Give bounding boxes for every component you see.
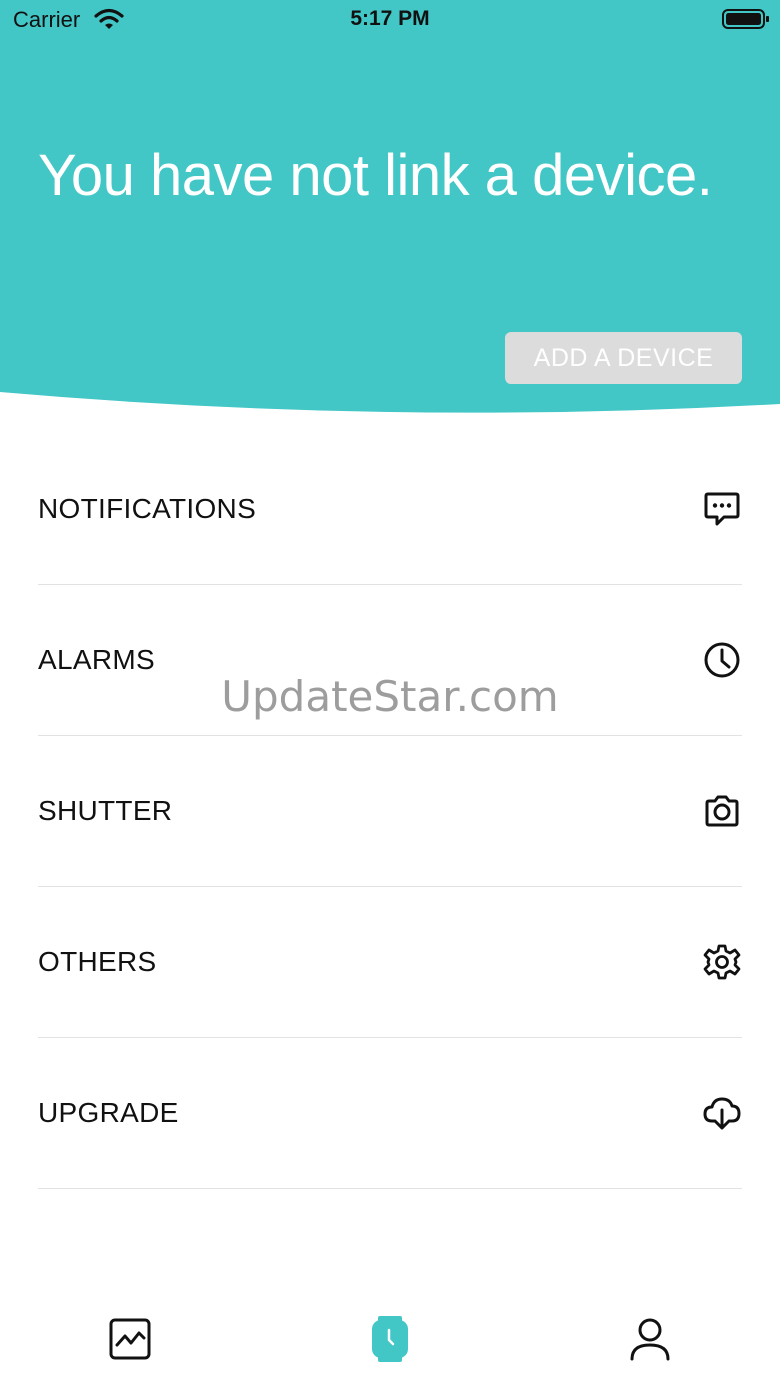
menu-item-label: ALARMS [38,644,155,675]
watch-icon[interactable] [365,1314,415,1364]
battery-icon [722,9,769,29]
menu-item-shutter[interactable]: SHUTTER [38,736,742,887]
person-icon[interactable] [625,1314,675,1364]
cloud-download-icon [703,1097,741,1130]
menu-item-alarms[interactable]: ALARMS [38,585,742,736]
activity-chart-icon[interactable] [105,1314,155,1364]
gear-icon [703,944,741,980]
menu-item-label: OTHERS [38,946,157,977]
menu-item-notifications[interactable]: NOTIFICATIONS [38,434,742,585]
camera-icon [705,795,739,827]
chat-bubble-icon [704,492,740,526]
settings-menu: NOTIFICATIONS ALARMS SHUTTER OTHERS UPGR… [38,434,742,1189]
hero-header: You have not link a device. ADD A DEVICE [0,0,780,420]
add-device-button[interactable]: ADD A DEVICE [505,332,742,384]
status-bar: Carrier 5:17 PM [0,0,780,40]
clock-icon [704,642,740,678]
menu-item-upgrade[interactable]: UPGRADE [38,1038,742,1189]
page-title: You have not link a device. [38,143,713,208]
menu-item-label: NOTIFICATIONS [38,493,257,524]
clock-time: 5:17 PM [350,7,430,30]
menu-item-label: SHUTTER [38,795,173,826]
menu-item-label: UPGRADE [38,1097,179,1128]
menu-item-others[interactable]: OTHERS [38,887,742,1038]
tab-bar [0,1300,780,1387]
